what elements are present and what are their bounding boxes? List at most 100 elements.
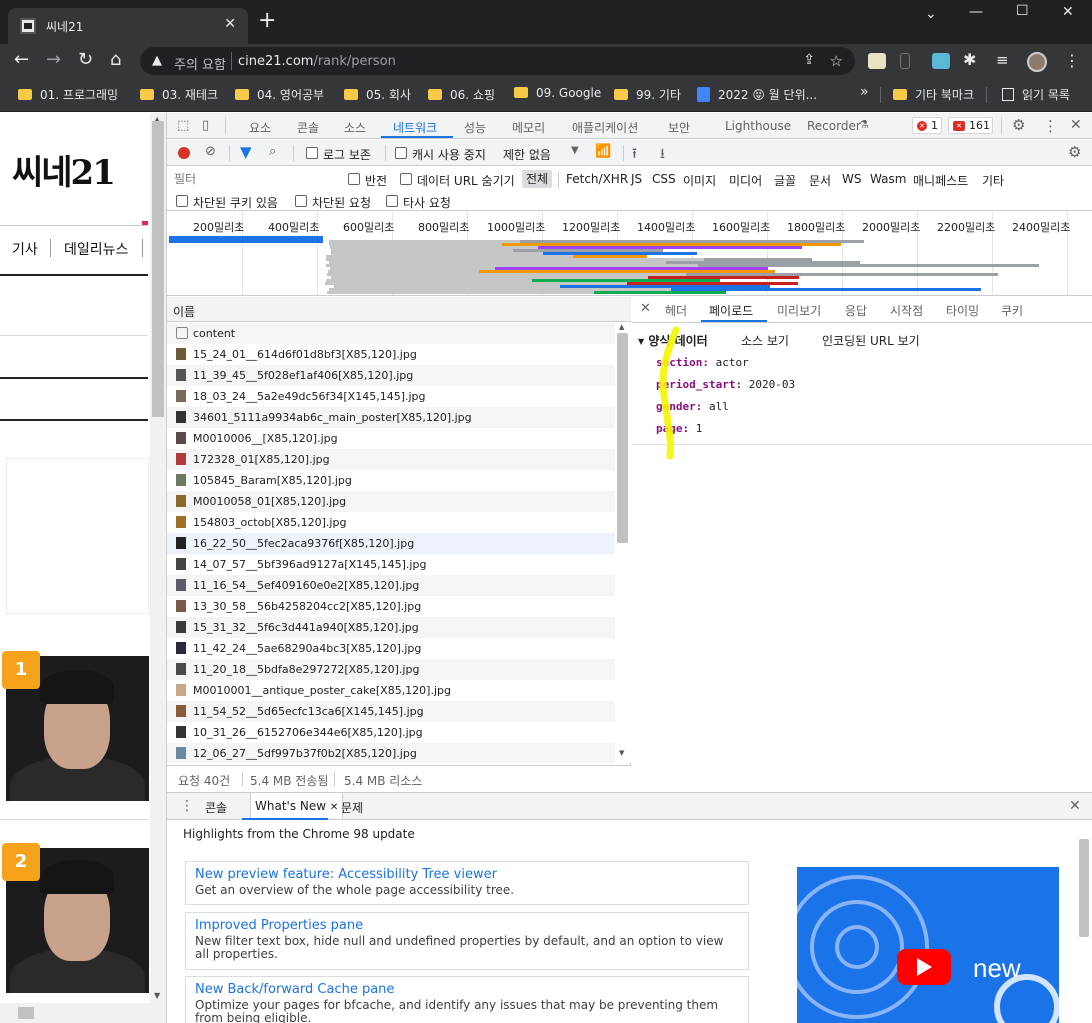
minimize-icon[interactable]: — [969,4,983,20]
forward-icon[interactable]: → [46,50,61,70]
filter-type-manifest[interactable]: 매니페스트 [913,172,968,189]
request-row[interactable]: 15_31_32__5f6c3d441a940[X85,120].jpg [167,617,615,638]
settings-gear-icon[interactable]: ⚙ [1012,116,1025,134]
filter-all-button[interactable]: 전체 [522,170,552,188]
tab-cookies[interactable]: 쿠키 [1001,302,1023,319]
tab-close-icon[interactable]: ✕ [224,16,236,32]
view-source-link[interactable]: 소스 보기 [741,332,789,349]
request-row[interactable]: 13_30_58__56b4258204cc2[X85,120].jpg [167,596,615,617]
third-party-checkbox[interactable] [386,195,398,207]
drawer-tab-whats-new[interactable]: What's New ✕ [250,793,344,818]
tab-response[interactable]: 응답 [845,302,867,319]
tab-memory[interactable]: 메모리 [512,119,545,136]
tab-lighthouse[interactable]: Lighthouse [725,119,791,133]
scrollbar-thumb[interactable] [18,1007,34,1019]
tab-console[interactable]: 콘솔 [297,119,319,136]
tab-performance[interactable]: 성능 [464,119,486,136]
close-detail-icon[interactable]: ✕ [640,301,651,316]
request-list-scrollbar[interactable]: ▲ ▼ [615,323,631,763]
home-icon[interactable]: ⌂ [110,50,121,70]
request-row[interactable]: M0010006__[X85,120].jpg [167,428,615,449]
tab-elements[interactable]: 요소 [249,119,271,136]
more-bookmarks-button[interactable]: » [860,84,869,100]
clear-icon[interactable]: ⊘ [205,144,216,159]
bookmark-folder[interactable]: 03. 재테크 [140,86,218,103]
request-row[interactable]: 15_24_01__614d6f01d8bf3[X85,120].jpg [167,344,615,365]
scroll-down-icon[interactable]: ▼ [619,749,624,757]
tab-initiator[interactable]: 시작점 [890,302,923,319]
tab-headers[interactable]: 헤더 [665,302,687,319]
request-row[interactable]: 14_07_57__5bf396ad9127a[X145,145].jpg [167,554,615,575]
blocked-requests-checkbox[interactable] [295,195,307,207]
request-row[interactable]: 11_16_54__5ef409160e0e2[X85,120].jpg [167,575,615,596]
filter-type-fetch-xhr[interactable]: Fetch/XHR [566,172,628,186]
nav-item-articles[interactable]: 기사 [12,239,38,259]
scrollbar-thumb[interactable] [1079,839,1089,937]
filter-funnel-icon[interactable]: ▼ [240,143,252,161]
request-row[interactable]: 12_06_27__5df997b37f0b2[X85,120].jpg [167,743,615,763]
record-icon[interactable] [178,147,190,159]
import-har-icon[interactable]: ⭱ [632,143,637,167]
error-count-badge[interactable]: ✕ 1 [912,117,942,134]
bookmark-star-icon[interactable]: ☆ [830,52,843,70]
address-bar[interactable]: ▲ 주의 요함 cine21.com/rank/person ⇪ ☆ [140,47,855,75]
request-row[interactable]: 11_39_45__5f028ef1af406[X85,120].jpg [167,365,615,386]
card-title-link[interactable]: New preview feature: Accessibility Tree … [195,867,739,882]
warning-triangle-icon[interactable]: ▲ [152,53,162,68]
whats-new-card[interactable]: Improved Properties pane New filter text… [185,912,749,970]
reload-icon[interactable]: ↻ [78,50,93,70]
column-header-name[interactable]: 이름 [167,297,631,322]
tab-application[interactable]: 애플리케이션 [572,119,638,136]
reading-list-icon[interactable]: ≡ [996,50,1009,70]
preserve-log-checkbox[interactable] [306,147,318,159]
network-conditions-icon[interactable]: 📶 [595,144,611,159]
scroll-down-icon[interactable]: ▼ [154,991,160,1000]
filter-type-img[interactable]: 이미지 [683,172,716,189]
request-row[interactable]: 172328_01[X85,120].jpg [167,449,615,470]
drawer-close-icon[interactable]: ✕ [1069,798,1081,814]
device-toolbar-icon[interactable]: ▯ [202,118,209,133]
request-row[interactable]: 10_31_26__6152706e344e6[X85,120].jpg [167,722,615,743]
browser-tab[interactable]: 씨네21 ✕ [8,8,248,44]
request-row[interactable]: 34601_5111a9934ab6c_main_poster[X85,120]… [167,407,615,428]
throttling-select[interactable]: 제한 없음 [503,146,551,163]
request-row[interactable]: 11_42_24__5ae68290a4bc3[X85,120].jpg [167,638,615,659]
scrollbar-thumb[interactable] [152,121,164,417]
scroll-up-icon[interactable]: ▲ [619,323,624,331]
view-url-encoded-link[interactable]: 인코딩된 URL 보기 [822,332,920,349]
tab-recorder[interactable]: Recorder [807,119,861,133]
tab-security[interactable]: 보안 [668,119,690,136]
request-row[interactable]: 18_03_24__5a2e49dc56f34[X145,145].jpg [167,386,615,407]
drawer-menu-icon[interactable]: ⋮ [180,798,194,814]
bookmark-folder[interactable]: 99. 기타 [614,86,681,103]
tab-search-chevron-icon[interactable]: ⌄ [925,6,937,22]
new-tab-icon[interactable]: + [258,10,276,32]
other-bookmarks[interactable]: 기타 북마크 [893,86,974,103]
extensions-puzzle-icon[interactable]: ✱ [963,50,976,70]
site-logo[interactable]: 씨네21 [12,145,116,194]
reading-list-button[interactable]: 읽기 목록 [1002,86,1070,103]
export-har-icon[interactable]: ⭳ [660,143,665,167]
request-row[interactable]: content [167,323,615,344]
profile-avatar[interactable] [1027,52,1047,72]
whats-new-video-thumbnail[interactable]: new [797,867,1059,1023]
filter-type-media[interactable]: 미디어 [729,172,762,189]
bookmark-folder[interactable]: 09. Google [514,86,601,100]
inspect-element-icon[interactable]: ⬚ [177,118,189,133]
extension-2-icon[interactable] [900,53,910,69]
issue-count-badge[interactable]: ✕ 161 [948,117,993,134]
back-icon[interactable]: ← [14,50,29,70]
nav-item-daily-news[interactable]: 데일리뉴스 [64,239,128,259]
share-icon[interactable]: ⇪ [803,52,815,68]
filter-type-doc[interactable]: 문서 [809,172,831,189]
filter-type-font[interactable]: 글꼴 [774,172,796,189]
filter-type-js[interactable]: JS [631,172,642,186]
maximize-icon[interactable]: ☐ [1016,3,1029,19]
drawer-scrollbar[interactable] [1077,833,1091,1023]
browser-menu-icon[interactable]: ⋮ [1064,51,1080,70]
request-row[interactable]: M0010001__antique_poster_cake[X85,120].j… [167,680,615,701]
drawer-tab-issues[interactable]: 문제 [341,799,363,816]
whats-new-card[interactable]: New Back/forward Cache pane Optimize you… [185,976,749,1023]
hide-data-urls-checkbox[interactable] [400,173,412,185]
filter-type-wasm[interactable]: Wasm [870,172,906,186]
